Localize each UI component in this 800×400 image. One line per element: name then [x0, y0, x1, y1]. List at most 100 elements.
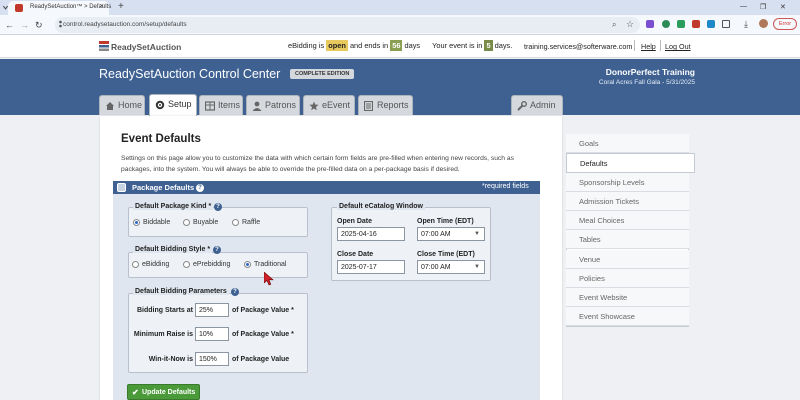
help-icon[interactable]: ?: [196, 184, 204, 192]
items-icon: [205, 101, 215, 111]
tab-home[interactable]: Home: [99, 95, 145, 115]
logo-icon: [99, 41, 109, 51]
minimize-icon[interactable]: —: [740, 3, 747, 10]
menu-item-goals[interactable]: Goals: [566, 134, 689, 153]
zoom-icon[interactable]: ⌕: [612, 20, 616, 30]
bidding-style-legend: Default Bidding Style *: [133, 246, 213, 253]
help-icon[interactable]: ?: [213, 246, 221, 254]
package-kind-legend: Default Package Kind *: [133, 203, 214, 210]
url-text[interactable]: control.readysetauction.com/setup/defaul…: [63, 21, 187, 28]
radio-biddable[interactable]: [133, 219, 140, 226]
puzzle-icon[interactable]: [722, 20, 730, 28]
help-icon[interactable]: ?: [231, 288, 239, 296]
menu-item-sponsorship-levels[interactable]: Sponsorship Levels: [566, 173, 689, 192]
event-name: Coral Acres Fall Gala - 5/31/2025: [598, 79, 695, 86]
logout-link[interactable]: Log Out: [665, 42, 691, 51]
tab-admin-label: Admin: [530, 100, 556, 110]
help-link[interactable]: Help: [641, 42, 656, 51]
bidding-starts-input[interactable]: 25%: [195, 303, 229, 317]
extension-icon[interactable]: [692, 20, 700, 28]
tab-reports[interactable]: Reports: [358, 95, 413, 115]
wrench-icon: [517, 101, 527, 111]
option-eprebidding-label[interactable]: ePrebidding: [193, 261, 230, 268]
menu-item-tables[interactable]: Tables: [566, 230, 689, 249]
tab-reports-label: Reports: [377, 100, 409, 110]
option-raffle-label[interactable]: Raffle: [242, 219, 260, 226]
bidding-starts-suffix: of Package Value *: [232, 307, 294, 314]
menu-item-admission-tickets[interactable]: Admission Tickets: [566, 192, 689, 211]
open-date-label: Open Date: [337, 218, 373, 225]
menu-item-meal-choices[interactable]: Meal Choices: [566, 211, 689, 230]
tab-setup-label: Setup: [168, 99, 192, 109]
option-ebidding-label[interactable]: eBidding: [142, 261, 169, 268]
menu-item-defaults[interactable]: Defaults: [566, 153, 695, 173]
tab-admin[interactable]: Admin: [511, 95, 563, 115]
open-time-value: 07:00 AM: [421, 231, 451, 238]
back-icon[interactable]: ←: [5, 20, 14, 30]
tab-eevent-label: eEvent: [322, 100, 351, 110]
eevent-icon: [309, 101, 319, 111]
win-it-now-input[interactable]: 150%: [195, 352, 229, 366]
maximize-icon[interactable]: ❐: [760, 3, 766, 11]
radio-traditional[interactable]: [244, 261, 251, 268]
update-defaults-label: Update Defaults: [142, 389, 196, 396]
option-traditional-label[interactable]: Traditional: [254, 261, 286, 268]
reload-icon[interactable]: ↻: [35, 20, 43, 31]
close-date-input[interactable]: 2025-07-17: [337, 260, 405, 274]
ebidding-mid: and ends in: [349, 41, 389, 50]
new-tab-button[interactable]: +: [118, 1, 124, 12]
minimum-raise-input[interactable]: 10%: [195, 327, 229, 341]
profile-avatar[interactable]: [759, 19, 768, 28]
browser-tab[interactable]: ReadySetAuction™ > Defaults ×: [8, 1, 111, 15]
extension-icon[interactable]: [646, 20, 654, 28]
close-window-icon[interactable]: ✕: [780, 3, 786, 11]
menu-item-event-website[interactable]: Event Website: [566, 288, 689, 307]
forward-icon[interactable]: →: [20, 20, 29, 30]
minimum-raise-suffix: of Package Value *: [232, 331, 294, 338]
error-badge[interactable]: Error: [773, 18, 797, 30]
bookmark-star-icon[interactable]: ☆: [626, 19, 634, 30]
menu-item-event-showcase[interactable]: Event Showcase: [566, 307, 689, 326]
extension-icons: [646, 20, 736, 30]
extension-icon[interactable]: [677, 20, 685, 28]
update-defaults-button[interactable]: ✔ Update Defaults: [127, 384, 200, 400]
ebidding-days-badge: 56: [390, 40, 403, 51]
tab-setup[interactable]: Setup: [149, 94, 197, 116]
extension-icon[interactable]: [662, 20, 670, 28]
ebidding-suffix: days: [404, 41, 421, 50]
extension-icon[interactable]: [707, 20, 715, 28]
open-time-select[interactable]: 07:00 AM ▼: [417, 227, 485, 241]
radio-ebidding[interactable]: [132, 261, 139, 268]
tab-close-icon[interactable]: ×: [100, 3, 104, 10]
win-it-now-suffix: of Package Value: [232, 356, 290, 363]
menu-item-policies[interactable]: Policies: [566, 269, 689, 288]
chevron-down-icon: ▼: [474, 231, 480, 237]
page-description: Settings on this page allow you to custo…: [121, 155, 514, 173]
tab-patrons[interactable]: Patrons: [246, 95, 300, 115]
open-date-input[interactable]: 2025-04-16: [337, 227, 405, 241]
chevron-down-icon: ▼: [474, 264, 480, 270]
window-controls: — ❐ ✕: [740, 3, 795, 12]
minimum-raise-label: Minimum Raise is: [133, 331, 193, 338]
mouse-cursor-icon: [264, 272, 274, 286]
tab-patrons-label: Patrons: [265, 100, 297, 110]
option-biddable-label[interactable]: Biddable: [143, 219, 170, 226]
radio-raffle[interactable]: [232, 219, 239, 226]
event-countdown-suffix: days.: [494, 41, 513, 50]
tab-eevent[interactable]: eEvent: [303, 95, 355, 115]
menu-item-venue[interactable]: Venue: [566, 250, 689, 269]
divider: [634, 40, 635, 51]
help-icon[interactable]: ?: [214, 203, 222, 211]
tab-items[interactable]: Items: [199, 95, 243, 115]
ebidding-open-badge: open: [326, 40, 348, 51]
download-icon[interactable]: ⤓: [744, 19, 748, 30]
logo[interactable]: ReadySetAuction: [111, 42, 181, 52]
user-email: training.services@softerware.com: [524, 42, 633, 51]
gear-icon: [155, 100, 165, 110]
option-buyable-label[interactable]: Buyable: [193, 219, 218, 226]
tab-home-label: Home: [118, 100, 143, 110]
radio-buyable[interactable]: [183, 219, 190, 226]
radio-eprebidding[interactable]: [183, 261, 190, 268]
close-time-select[interactable]: 07:00 AM ▼: [417, 260, 485, 274]
ebidding-prefix: eBidding is: [288, 41, 325, 50]
